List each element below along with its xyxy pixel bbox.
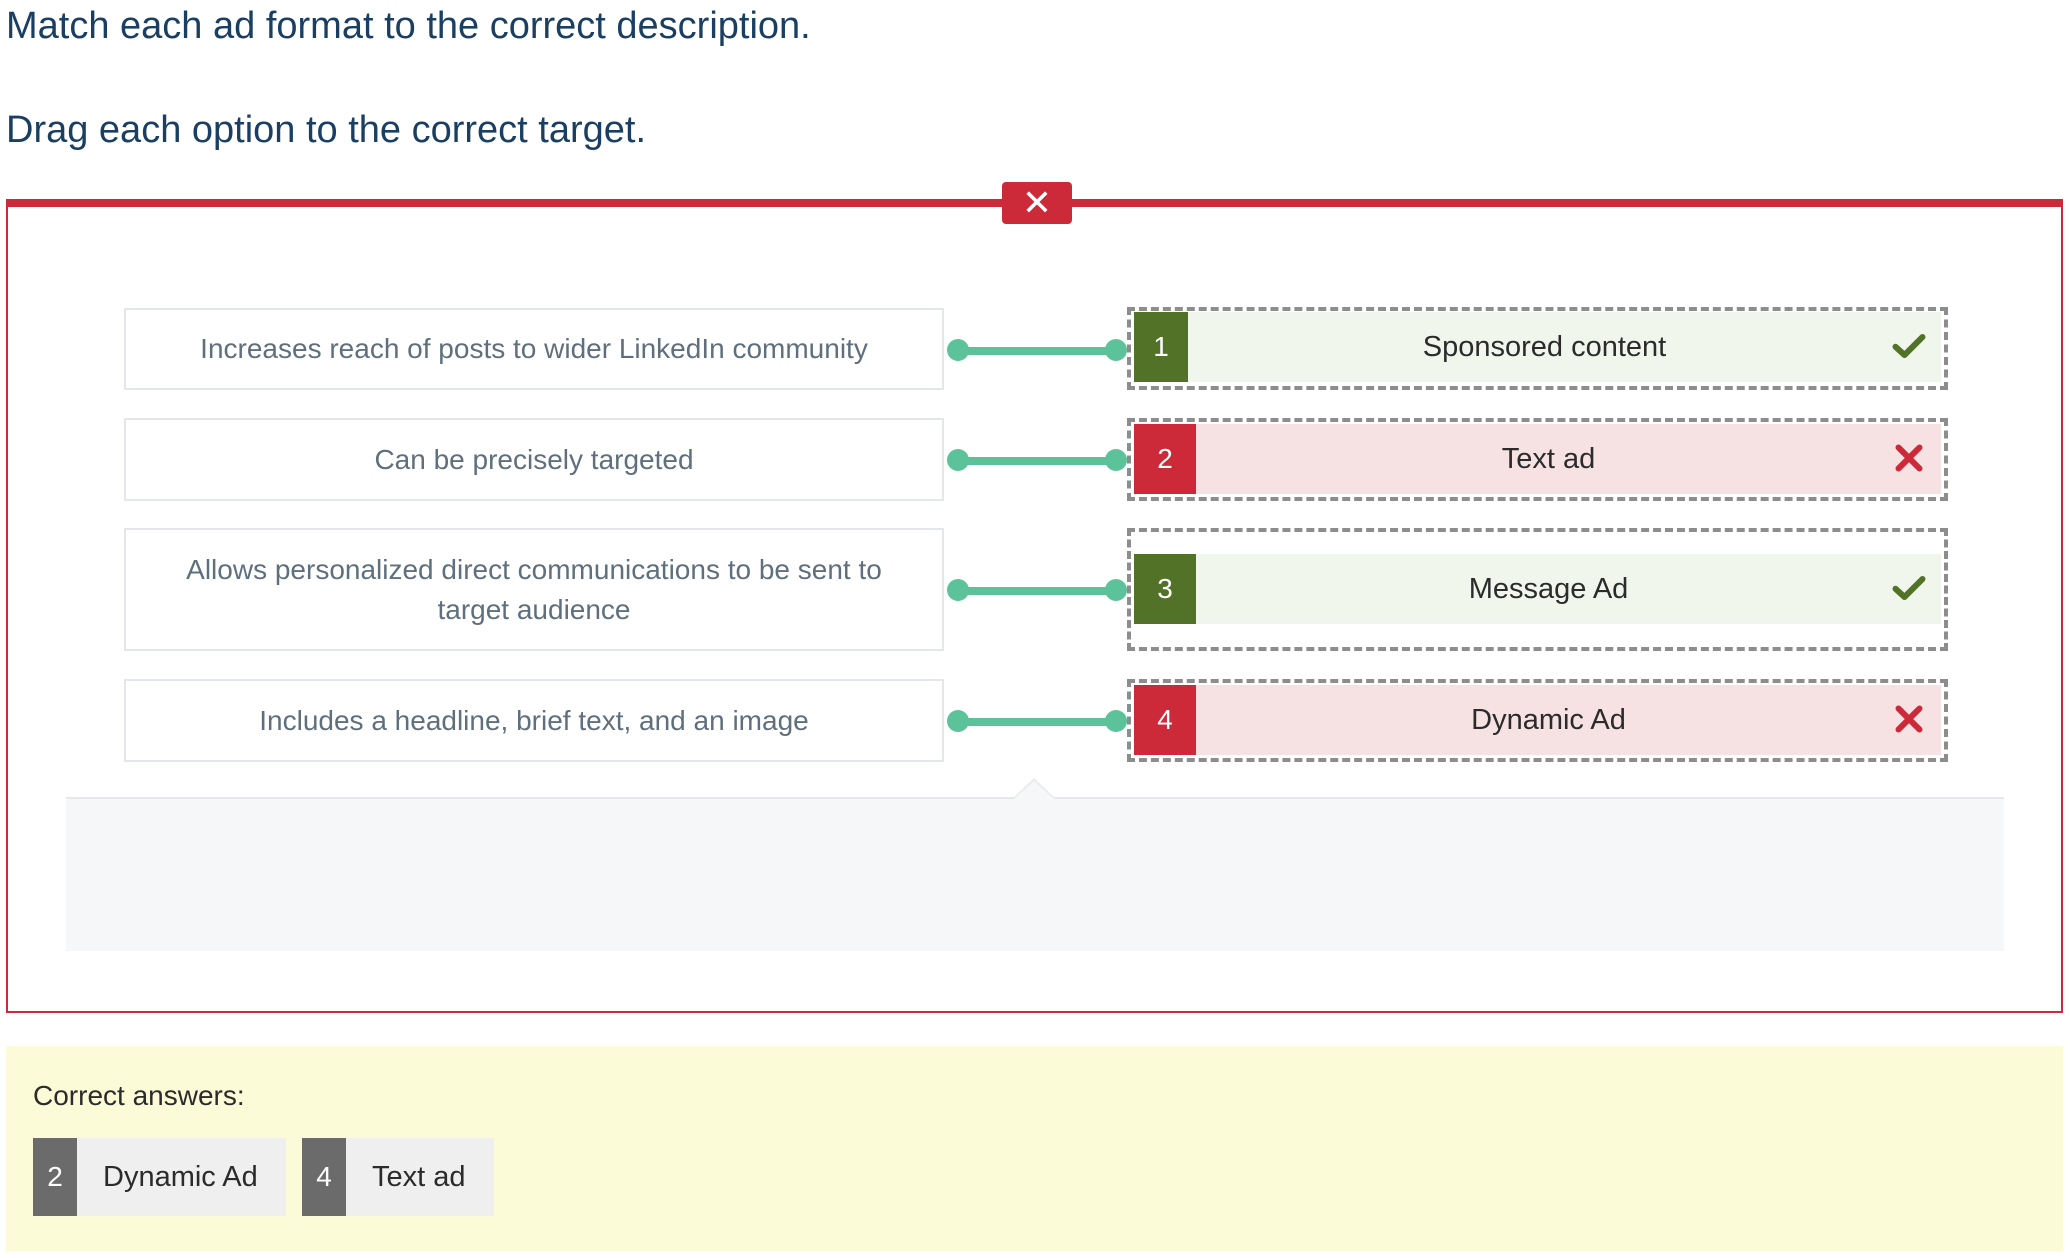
description-text: Includes a headline, brief text, and an … <box>259 704 809 736</box>
answer-chip[interactable]: 3 Message Ad <box>1134 554 1941 624</box>
match-connector <box>947 339 1127 363</box>
correct-answers-title: Correct answers: <box>33 1080 245 1111</box>
description-item: Allows personalized direct communication… <box>124 528 944 651</box>
answer-chip[interactable]: 2 Text ad <box>1134 424 1941 494</box>
answer-number: 1 <box>1134 312 1188 382</box>
correct-answer-number: 2 <box>33 1138 77 1216</box>
correct-answer-label: Dynamic Ad <box>103 1160 258 1193</box>
correct-answer-label: Text ad <box>372 1160 466 1193</box>
answer-chip[interactable]: 4 Dynamic Ad <box>1134 685 1941 755</box>
answer-number: 3 <box>1134 554 1196 624</box>
answer-label: Message Ad <box>1468 572 1629 605</box>
quiz-page: Match each ad format to the correct desc… <box>0 0 2070 1258</box>
question-title: Match each ad format to the correct desc… <box>6 5 811 47</box>
correct-answer-chip: 2 Dynamic Ad <box>33 1138 286 1216</box>
description-item: Increases reach of posts to wider Linked… <box>124 308 944 390</box>
description-text: Allows personalized direct communication… <box>186 553 882 625</box>
drop-target[interactable]: 1 Sponsored content <box>1127 307 1948 390</box>
correct-answers-panel: Correct answers: 2 Dynamic Ad 4 Text ad <box>6 1046 2063 1251</box>
match-connector <box>947 710 1127 734</box>
answer-number: 2 <box>1134 424 1196 494</box>
feedback-pointer-inner <box>1014 781 1054 799</box>
close-icon: ✕ <box>1002 182 1072 224</box>
cross-icon <box>1895 705 1923 733</box>
cross-icon <box>1895 444 1923 472</box>
correct-answer-number: 4 <box>302 1138 346 1216</box>
answer-label: Sponsored content <box>1422 330 1667 363</box>
answer-label: Text ad <box>1501 442 1596 475</box>
checkmark-icon <box>1892 334 1926 358</box>
description-text: Increases reach of posts to wider Linked… <box>200 333 868 364</box>
drop-target[interactable]: 3 Message Ad <box>1127 528 1948 651</box>
description-item: Can be precisely targeted <box>124 418 944 501</box>
description-text: Can be precisely targeted <box>374 443 694 475</box>
feedback-panel <box>66 797 2004 951</box>
description-item: Includes a headline, brief text, and an … <box>124 679 944 762</box>
drop-target[interactable]: 2 Text ad <box>1127 418 1948 501</box>
answer-label: Dynamic Ad <box>1471 703 1626 736</box>
match-connector <box>947 449 1127 473</box>
checkmark-icon <box>1892 576 1926 600</box>
correct-answer-chip: 4 Text ad <box>302 1138 494 1216</box>
answer-number: 4 <box>1134 685 1196 755</box>
question-instruction: Drag each option to the correct target. <box>6 109 647 151</box>
answer-chip[interactable]: 1 Sponsored content <box>1134 312 1941 382</box>
match-connector <box>947 579 1127 603</box>
drop-target[interactable]: 4 Dynamic Ad <box>1127 679 1948 762</box>
